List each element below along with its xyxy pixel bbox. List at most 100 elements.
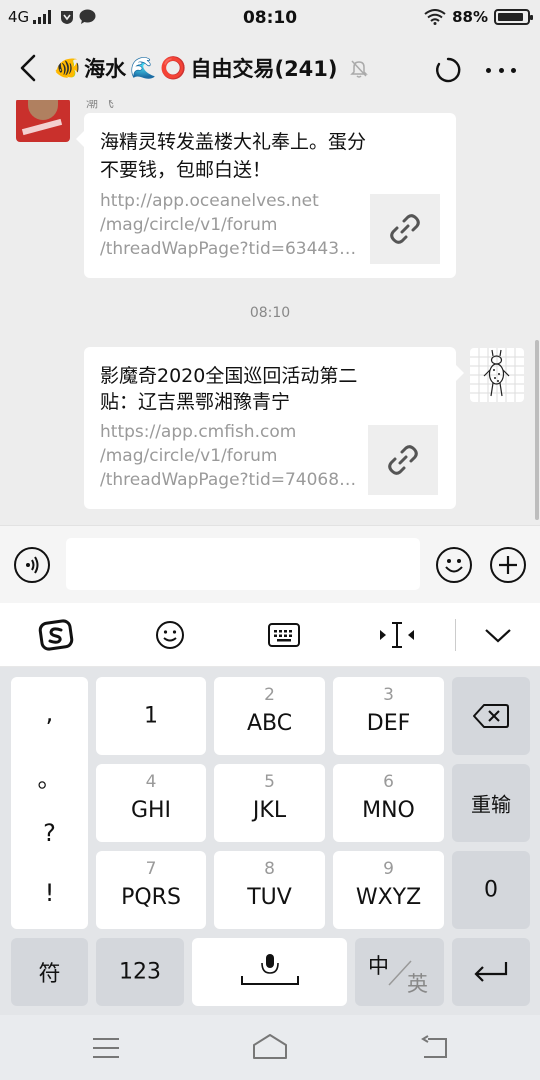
sogou-logo-icon — [38, 619, 74, 651]
mini-program-icon[interactable] — [434, 56, 462, 84]
punctuation-column[interactable]: , 。 ? ! — [11, 677, 88, 929]
chain-link-icon — [388, 445, 418, 475]
avatar-face — [28, 100, 58, 120]
title-text-1: 海水 — [84, 57, 127, 81]
backspace-icon — [473, 704, 509, 728]
chevron-down-icon — [485, 629, 511, 643]
my-avatar[interactable] — [470, 348, 524, 402]
key-0-label: 0 — [484, 877, 498, 903]
link-title-line-2: 不要钱，包邮白送！ — [100, 159, 272, 181]
sender-avatar[interactable] — [16, 100, 70, 142]
title-emoji-wave: 🌊 — [130, 55, 157, 80]
reenter-label: 重输 — [471, 792, 511, 817]
key-letters: PQRS — [121, 885, 181, 910]
key-2-abc[interactable]: 2 ABC — [214, 677, 325, 755]
hide-keyboard-button[interactable] — [482, 617, 514, 653]
more-options-icon[interactable] — [486, 58, 516, 82]
link-thumbnail — [370, 194, 440, 264]
more-functions-button[interactable] — [490, 547, 526, 583]
key-8-tuv[interactable]: 8 TUV — [214, 851, 325, 929]
sogou-logo-button[interactable] — [36, 617, 76, 653]
link-message-1[interactable]: 海精灵转发盖楼大礼奉上。蛋分 不要钱，包邮白送！ http://app.ocea… — [76, 113, 456, 278]
microphone-icon — [241, 954, 299, 985]
key-0[interactable]: 0 — [452, 851, 530, 929]
cartoon-figure-icon — [470, 348, 524, 402]
chat-input-bar — [0, 525, 540, 603]
key-digit: 8 — [264, 859, 275, 879]
link-url-line-1: http://app.oceanelves.net — [100, 191, 319, 211]
key-letters: GHI — [130, 798, 172, 823]
key-3-def[interactable]: 3 DEF — [333, 677, 444, 755]
key-digit: 9 — [383, 859, 394, 879]
voice-wave-icon — [26, 556, 39, 574]
message-input[interactable] — [66, 538, 420, 590]
key-6-mno[interactable]: 6 MNO — [333, 764, 444, 842]
numbers-key[interactable]: 123 — [96, 938, 184, 1006]
enter-key[interactable] — [452, 938, 530, 1006]
key-9-wxyz[interactable]: 9 WXYZ — [333, 851, 444, 929]
link-url-line-2: /mag/circle/v1/forum — [100, 446, 278, 466]
home-icon[interactable] — [251, 1033, 289, 1061]
dot — [511, 67, 516, 73]
cursor-move-button[interactable] — [376, 617, 418, 653]
sender-nickname: 潮 飞 — [86, 100, 114, 110]
symbols-key[interactable]: 符 — [11, 938, 88, 1006]
key-letters: JKL — [252, 798, 287, 823]
voice-input-button[interactable] — [14, 547, 50, 583]
plus-icon — [499, 556, 517, 574]
key-digit: 6 — [383, 772, 394, 792]
punct-period[interactable]: 。 — [11, 759, 88, 794]
reenter-key[interactable]: 重输 — [452, 764, 530, 842]
key-letters: TUV — [247, 885, 292, 910]
key-1[interactable]: 1 — [96, 677, 206, 755]
language-switch-key[interactable]: 中 英 — [355, 938, 444, 1006]
keyboard-icon — [268, 623, 300, 647]
chat-scrollbar[interactable] — [535, 340, 539, 520]
chain-link-icon — [390, 214, 420, 244]
title-text-2: 自由交易(241) — [190, 57, 338, 81]
backspace-key[interactable] — [452, 677, 530, 755]
key-digit: 4 — [145, 772, 157, 792]
key-digit: 5 — [264, 772, 275, 792]
key-letters: WXYZ — [355, 885, 422, 910]
t9-keyboard: , 。 ? ! 1 2 ABC 3 DEF 4 GHI 5 JKL 6 MNO … — [0, 667, 540, 1015]
link-url-line-3: /threadWapPage?tid=74068… — [100, 470, 357, 490]
link-thumbnail — [368, 425, 438, 495]
keyboard-switch-button[interactable] — [266, 617, 302, 653]
punct-comma[interactable]: , — [11, 699, 88, 727]
avatar-detail — [21, 118, 63, 136]
key-digit: 2 — [264, 685, 275, 705]
lang-english: 英 — [407, 972, 428, 996]
battery-percent: 88% — [452, 8, 488, 26]
toolbar-divider — [455, 619, 456, 651]
chat-area[interactable]: 潮 飞 海精灵转发盖楼大礼奉上。蛋分 不要钱，包邮白送！ http://app.… — [0, 100, 540, 525]
punct-exclaim[interactable]: ! — [11, 879, 88, 907]
back-icon[interactable] — [420, 1035, 450, 1061]
key-digit: 3 — [383, 685, 394, 705]
keyboard-emoji-button[interactable] — [152, 617, 188, 653]
chat-header: 🐠 海水 🌊 ⭕ 自由交易(241) — [0, 36, 540, 100]
dot — [498, 67, 504, 73]
title-emoji-fish: 🐠 — [54, 55, 81, 80]
keyboard-toolbar — [0, 603, 540, 667]
link-url-line-2: /mag/circle/v1/forum — [100, 215, 278, 235]
back-arrow-icon[interactable] — [14, 50, 44, 86]
key-4-ghi[interactable]: 4 GHI — [96, 764, 206, 842]
link-url-line-3: /threadWapPage?tid=63443… — [100, 239, 357, 259]
key-5-jkl[interactable]: 5 JKL — [214, 764, 325, 842]
numbers-label: 123 — [119, 959, 161, 985]
symbols-label: 符 — [38, 962, 61, 987]
text-cursor-arrows-icon — [380, 622, 414, 648]
punct-question[interactable]: ? — [11, 819, 88, 847]
chat-title: 🐠 海水 🌊 ⭕ 自由交易(241) — [54, 53, 370, 83]
emoji-button[interactable] — [436, 547, 472, 583]
link-message-2[interactable]: 影魔奇2020全国巡回活动第二 贴：辽吉黑鄂湘豫青宁 https://app.c… — [84, 347, 464, 509]
status-bar: 4G 08:10 88% — [0, 0, 540, 36]
wifi-icon — [424, 9, 446, 25]
key-letters: MNO — [362, 798, 415, 823]
menu-icon[interactable] — [91, 1036, 121, 1060]
key-7-pqrs[interactable]: 7 PQRS — [96, 851, 206, 929]
space-voice-key[interactable] — [192, 938, 347, 1006]
title-emoji-circle: ⭕ — [160, 55, 187, 80]
smiley-icon — [156, 621, 184, 649]
